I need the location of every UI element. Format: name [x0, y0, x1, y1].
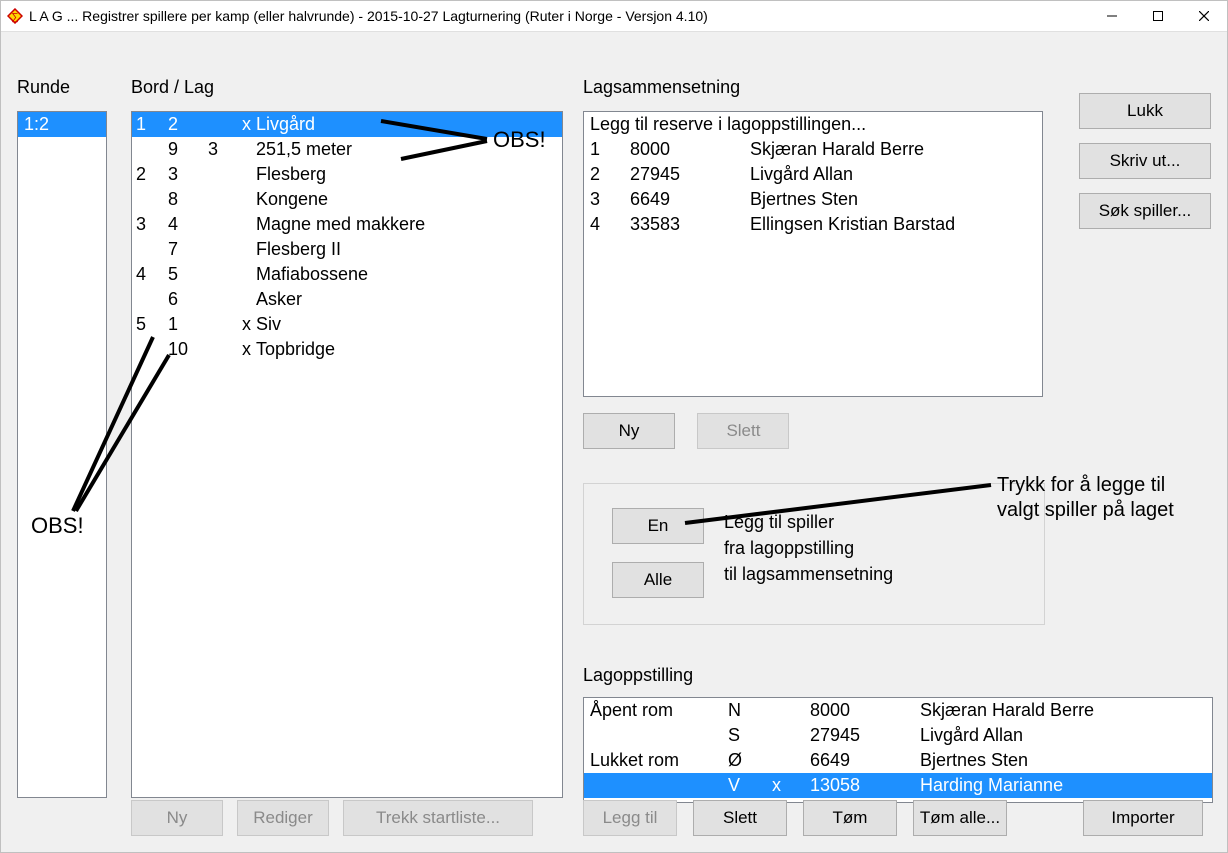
bord-lag-listbox[interactable]: 12xLivgård93251,5 meter23Flesberg8Kongen… [131, 111, 563, 798]
lagopp-row[interactable]: Lukket romØ6649Bjertnes Sten [584, 748, 1212, 773]
annotation-trykk: Trykk for å legge til valgt spiller på l… [997, 473, 1174, 523]
label-runde: Runde [17, 77, 107, 98]
lagoppstilling-listbox[interactable]: Åpent romN8000Skjæran Harald BerreS27945… [583, 697, 1213, 803]
lagsam-add-reserve-row[interactable]: Legg til reserve i lagoppstillingen... [584, 112, 1042, 137]
window-title: L A G ... Registrer spillere per kamp (e… [29, 8, 708, 24]
lagsam-row[interactable]: 18000Skjæran Harald Berre [584, 137, 1042, 162]
rediger-button[interactable]: Rediger [237, 800, 329, 836]
panel-bord-lag: Bord / Lag 12xLivgård93251,5 meter23Fles… [131, 77, 561, 777]
runde-row[interactable]: 1:2 [18, 112, 106, 137]
group-text-2: fra lagoppstilling [724, 538, 854, 559]
runde-listbox[interactable]: 1:2 [17, 111, 107, 798]
panel-lagoppstilling: Lagoppstilling Åpent romN8000Skjæran Har… [583, 665, 1211, 686]
bord-row[interactable]: 23Flesberg [132, 162, 562, 187]
tom-alle-button[interactable]: Tøm alle... [913, 800, 1007, 836]
ny-bord-button[interactable]: Ny [131, 800, 223, 836]
importer-button[interactable]: Importer [1083, 800, 1203, 836]
annotation-trykk-line2: valgt spiller på laget [997, 498, 1174, 523]
lagopp-buttons: Legg til Slett Tøm Tøm alle... Importer [583, 800, 1203, 836]
bord-row[interactable]: 51xSiv [132, 312, 562, 337]
lagopp-row[interactable]: Vx13058Harding Marianne [584, 773, 1212, 798]
label-lagoppstilling: Lagoppstilling [583, 665, 1211, 686]
bord-buttons: Ny Rediger Trekk startliste... [131, 800, 533, 836]
right-button-column: Lukk Skriv ut... Søk spiller... [1079, 93, 1211, 243]
slett-lagsam-button[interactable]: Slett [697, 413, 789, 449]
group-text-3: til lagsammensetning [724, 564, 893, 585]
annotation-trykk-line1: Trykk for å legge til [997, 473, 1174, 498]
bord-row[interactable]: 6Asker [132, 287, 562, 312]
legg-til-button[interactable]: Legg til [583, 800, 677, 836]
maximize-button[interactable] [1135, 1, 1181, 31]
lagsam-row[interactable]: 36649Bjertnes Sten [584, 187, 1042, 212]
app-window: ∑ L A G ... Registrer spillere per kamp … [0, 0, 1228, 853]
bord-row[interactable]: 34Magne med makkere [132, 212, 562, 237]
lagsam-row[interactable]: 227945Livgård Allan [584, 162, 1042, 187]
bord-row[interactable]: 45Mafiabossene [132, 262, 562, 287]
client-area: Runde 1:2 Bord / Lag 12xLivgård93251,5 m… [1, 31, 1227, 852]
ny-lagsam-button[interactable]: Ny [583, 413, 675, 449]
window-buttons [1089, 1, 1227, 31]
trekk-startliste-button[interactable]: Trekk startliste... [343, 800, 533, 836]
title-bar: ∑ L A G ... Registrer spillere per kamp … [1, 1, 1227, 32]
label-bord-lag: Bord / Lag [131, 77, 561, 98]
lagsam-row[interactable]: 433583Ellingsen Kristian Barstad [584, 212, 1042, 237]
bord-row[interactable]: 7Flesberg II [132, 237, 562, 262]
en-button[interactable]: En [612, 508, 704, 544]
annotation-obs-left: OBS! [31, 513, 84, 539]
bord-row[interactable]: 10xTopbridge [132, 337, 562, 362]
alle-button[interactable]: Alle [612, 562, 704, 598]
annotation-obs-right: OBS! [493, 127, 546, 153]
sok-spiller-button[interactable]: Søk spiller... [1079, 193, 1211, 229]
lagsammensetning-listbox[interactable]: Legg til reserve i lagoppstillingen...18… [583, 111, 1043, 397]
lukk-button[interactable]: Lukk [1079, 93, 1211, 129]
tom-button[interactable]: Tøm [803, 800, 897, 836]
app-icon: ∑ [7, 8, 23, 24]
group-text-1: Legg til spiller [724, 512, 834, 533]
lagopp-row[interactable]: S27945Livgård Allan [584, 723, 1212, 748]
panel-runde: Runde 1:2 [17, 77, 107, 777]
lagopp-row[interactable]: Åpent romN8000Skjæran Harald Berre [584, 698, 1212, 723]
skriv-ut-button[interactable]: Skriv ut... [1079, 143, 1211, 179]
close-button[interactable] [1181, 1, 1227, 31]
add-player-group: En Alle Legg til spiller fra lagoppstill… [583, 483, 1045, 625]
panel-lagsammensetning: Lagsammensetning Legg til reserve i lago… [583, 77, 1043, 98]
bord-row[interactable]: 8Kongene [132, 187, 562, 212]
label-lagsammensetning: Lagsammensetning [583, 77, 1043, 98]
minimize-button[interactable] [1089, 1, 1135, 31]
svg-text:∑: ∑ [11, 12, 18, 23]
lagsam-buttons: Ny Slett [583, 413, 807, 449]
slett-lagopp-button[interactable]: Slett [693, 800, 787, 836]
